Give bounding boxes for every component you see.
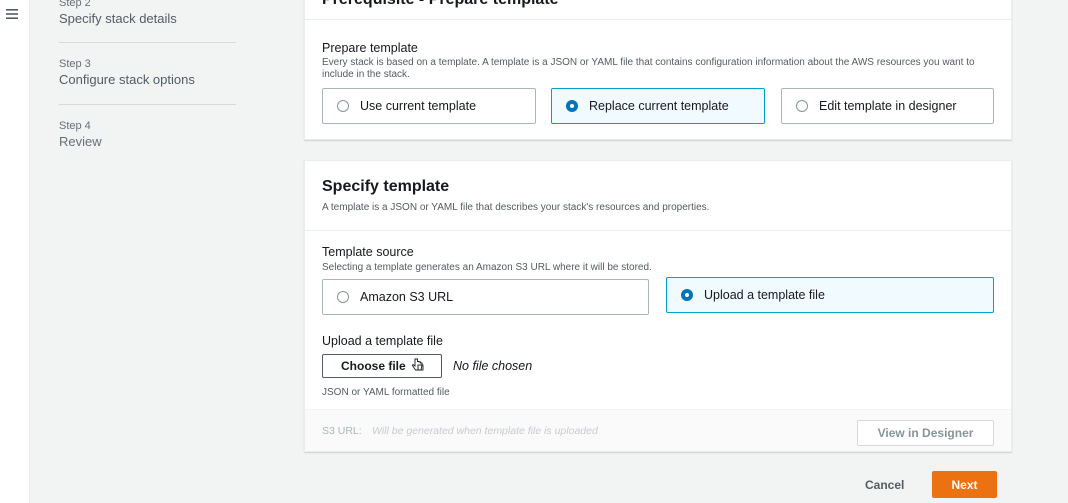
step-divider: [59, 104, 236, 105]
template-source-label: Template source: [322, 245, 414, 259]
no-file-chosen-text: No file chosen: [453, 359, 533, 373]
step-title: Specify stack details: [59, 11, 177, 26]
view-in-designer-label: View in Designer: [877, 426, 974, 440]
s3-url-row: S3 URL: Will be generated when template …: [305, 409, 1011, 451]
prepare-template-panel: Prerequisite - Prepare template Prepare …: [304, 0, 1012, 140]
choose-file-button[interactable]: Choose file: [322, 354, 442, 378]
step-4: Step 4 Review: [59, 120, 102, 149]
panel-title: Specify template: [322, 178, 450, 195]
option-upload-template-file[interactable]: Upload a template file: [666, 277, 994, 313]
prepare-template-label: Prepare template: [322, 41, 418, 55]
step-number: Step 3: [59, 58, 91, 70]
hand-cursor-icon: [411, 358, 425, 375]
option-edit-template-in-designer[interactable]: Edit template in designer: [781, 88, 994, 124]
radio-button-selected[interactable]: [566, 100, 578, 112]
option-label: Upload a template file: [704, 288, 825, 302]
radio-button[interactable]: [337, 100, 349, 112]
radio-button[interactable]: [796, 100, 808, 112]
option-use-current-template[interactable]: Use current template: [322, 88, 536, 124]
cancel-button[interactable]: Cancel: [865, 478, 904, 492]
step-3[interactable]: Step 3 Configure stack options: [59, 58, 195, 87]
view-in-designer-button[interactable]: View in Designer: [857, 420, 994, 446]
panel-title: Prerequisite - Prepare template: [322, 0, 559, 9]
s3-url-placeholder: Will be generated when template file is …: [372, 425, 598, 437]
step-title: Review: [59, 134, 102, 149]
specify-template-description: A template is a JSON or YAML file that d…: [322, 202, 710, 213]
prepare-template-description: Every stack is based on a template. A te…: [322, 57, 975, 80]
option-label: Edit template in designer: [819, 99, 957, 113]
file-format-hint: JSON or YAML formatted file: [322, 387, 450, 398]
upload-template-file-label: Upload a template file: [322, 334, 443, 348]
radio-button-selected[interactable]: [681, 289, 693, 301]
option-amazon-s3-url[interactable]: Amazon S3 URL: [322, 279, 649, 315]
step-divider: [59, 42, 236, 43]
hamburger-icon-svg: [6, 9, 18, 19]
option-label: Use current template: [360, 99, 477, 113]
s3-url-label: S3 URL:: [322, 425, 362, 437]
step-2[interactable]: Step 2 Specify stack details: [59, 0, 177, 26]
panel-divider: [305, 230, 1011, 231]
option-label: Amazon S3 URL: [360, 290, 454, 304]
step-number: Step 2: [59, 0, 91, 9]
specify-template-panel: Specify template A template is a JSON or…: [304, 160, 1012, 452]
next-label: Next: [951, 477, 978, 492]
radio-button[interactable]: [337, 291, 349, 303]
hand-cursor-icon-svg: [411, 358, 424, 370]
step-title: Configure stack options: [59, 72, 195, 87]
template-source-description: Selecting a template generates an Amazon…: [322, 262, 652, 273]
option-label: Replace current template: [589, 99, 729, 113]
hamburger-icon[interactable]: [6, 8, 20, 22]
step-number: Step 4: [59, 120, 91, 132]
option-replace-current-template[interactable]: Replace current template: [551, 88, 765, 124]
next-button[interactable]: Next: [932, 471, 997, 498]
choose-file-label: Choose file: [341, 359, 406, 373]
panel-divider: [305, 19, 1011, 20]
side-navigation-rail: [0, 0, 30, 503]
